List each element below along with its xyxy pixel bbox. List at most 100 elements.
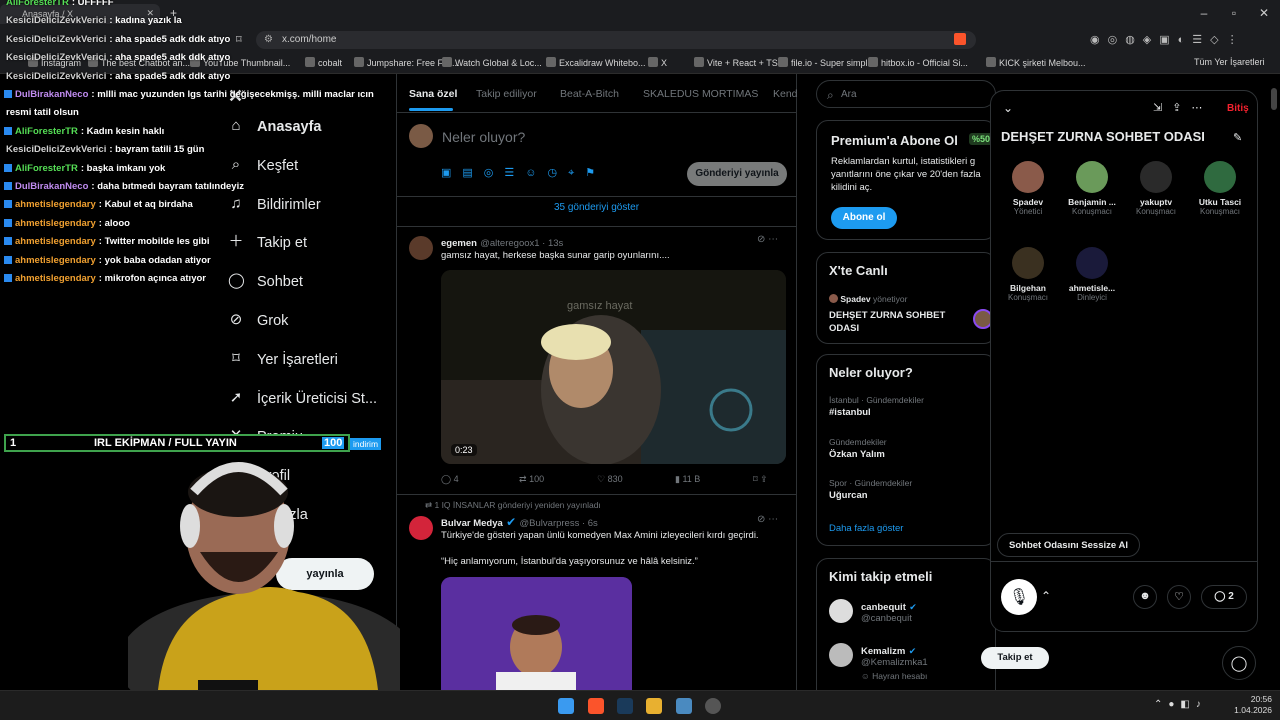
site-info-icon[interactable]: ⚙ bbox=[264, 34, 273, 45]
mute-space-button[interactable]: Sohbet Odasını Sessize Al bbox=[997, 533, 1140, 557]
who-user-2[interactable]: Kemalizm ✔ @Kemalizmka1 ☺ Hayran hesabı bbox=[861, 643, 928, 681]
like-action[interactable]: ♡ 830 bbox=[597, 474, 623, 485]
overlay-left-value: 1 bbox=[10, 437, 17, 449]
participants-button[interactable]: ☻ bbox=[1133, 585, 1157, 609]
extensions-icon[interactable]: ◉◎◍◈▣◐☰◇⋮ bbox=[1090, 33, 1246, 46]
minimize-icon[interactable]: – bbox=[1194, 6, 1214, 20]
microphone-button[interactable]: 🎙 bbox=[1001, 579, 1037, 615]
bookmark-label: Vite + React + TS bbox=[707, 58, 778, 68]
bookmark-favicon-icon bbox=[778, 57, 788, 67]
brave-icon[interactable] bbox=[588, 698, 604, 714]
reaction-button[interactable]: ♡ bbox=[1167, 585, 1191, 609]
post-options-icon[interactable]: ⊘ ⋯ bbox=[757, 234, 778, 245]
compose-media-icons[interactable]: ▣▤◎☰☺◷⌖⚑ bbox=[441, 166, 606, 180]
bookmark-item[interactable]: X bbox=[648, 57, 667, 68]
who-to-follow-card: Kimi takip etmeli canbequit ✔ @canbequit… bbox=[816, 558, 1049, 708]
show-new-posts[interactable]: 35 gönderiyi göster bbox=[397, 202, 796, 213]
chat-text: yok baba odadan atiyor bbox=[104, 254, 211, 266]
chat-badge-icon bbox=[4, 237, 12, 246]
feed-tab[interactable]: Takip ediliyor bbox=[476, 88, 537, 100]
subscribe-button[interactable]: Abone ol bbox=[831, 207, 897, 229]
chat-message: AliForesterTR: Kadın kesin haklı bbox=[4, 126, 164, 137]
bookmark-share-icons[interactable]: ⌑ ⇪ bbox=[753, 474, 768, 485]
post-author-handle[interactable]: @alteregoox1 · 13s bbox=[480, 238, 563, 249]
compose-avatar[interactable] bbox=[409, 124, 433, 148]
url-field[interactable]: ⚙ x.com/home bbox=[256, 31, 976, 49]
chat-username: DulBirakanNeco bbox=[15, 89, 89, 100]
collapse-chevron-icon[interactable]: ⌄ bbox=[1003, 101, 1013, 115]
follow-button[interactable]: Takip et bbox=[981, 647, 1049, 669]
post2-author-name[interactable]: Bulvar Medya bbox=[441, 518, 503, 529]
trends-more[interactable]: Daha fazla göster bbox=[829, 523, 903, 534]
bookmark-item[interactable]: KICK şirketi Melbou... bbox=[986, 57, 1086, 68]
post-author-name[interactable]: egemen bbox=[441, 238, 477, 249]
start-icon[interactable] bbox=[558, 698, 574, 714]
space-participant[interactable]: yakuptv Konuşmacı bbox=[1125, 161, 1187, 216]
post-video[interactable]: gamsız hayat 0:23 bbox=[441, 270, 786, 464]
post2-text1: Türkiye'de gösteri yapan ünlü komedyen M… bbox=[441, 530, 759, 541]
trend-item[interactable]: İstanbul · Gündemdekiler #istanbul bbox=[829, 395, 924, 418]
steam-icon[interactable] bbox=[617, 698, 633, 714]
settings-icon[interactable] bbox=[705, 698, 721, 714]
bookmark-item[interactable]: file.io - Super simpl... bbox=[778, 57, 875, 68]
space-participant[interactable]: ahmetisle... Dinleyici bbox=[1061, 247, 1123, 302]
feed-tab[interactable]: SKALEDUS MORTIMAS bbox=[643, 88, 758, 100]
bookmark-item[interactable]: Vite + React + TS bbox=[694, 57, 778, 68]
participant-role: Yönetici bbox=[1013, 207, 1043, 216]
space-actions-icons[interactable]: ⇲⇪⋯ bbox=[1153, 101, 1212, 114]
brave-shield-icon[interactable] bbox=[954, 33, 966, 45]
post2-options-icon[interactable]: ⊘ ⋯ bbox=[757, 514, 778, 525]
canbequit-avatar[interactable] bbox=[829, 599, 853, 623]
compose-input[interactable]: Neler oluyor? bbox=[442, 129, 525, 145]
trend-item[interactable]: Spor · Gündemdekiler Uğurcan bbox=[829, 478, 912, 501]
space-participant[interactable]: Bilgehan Konuşmacı bbox=[997, 247, 1059, 302]
bookmark-item[interactable]: Excalidraw Whitebo... bbox=[546, 57, 646, 68]
post2-image[interactable] bbox=[441, 577, 632, 690]
window-close-icon[interactable]: ✕ bbox=[1254, 6, 1274, 20]
live-space-name[interactable]: DEHŞET ZURNA SOHBET ODASI bbox=[829, 309, 957, 335]
repost-action[interactable]: ⇄ 100 bbox=[519, 474, 544, 485]
search-box[interactable]: ⌕ Ara bbox=[816, 80, 996, 108]
page-scrollbar[interactable] bbox=[1271, 88, 1277, 110]
edit-icon[interactable]: ✎ bbox=[1233, 131, 1242, 144]
participant-name: Spadev bbox=[1012, 197, 1044, 207]
compose-submit-button[interactable]: Gönderiyi yayınla bbox=[687, 162, 787, 186]
nav-item[interactable]: ⌑ Yer İşaretleri bbox=[222, 345, 392, 377]
reply-action[interactable]: ◯ 4 bbox=[441, 474, 459, 485]
post2-author-handle[interactable]: @Bulvarpress · 6s bbox=[520, 518, 598, 529]
bookmark-label: cobalt bbox=[318, 58, 343, 68]
space-participant[interactable]: Utku Tasci Konuşmacı bbox=[1189, 161, 1251, 216]
who-user-1[interactable]: canbequit ✔ @canbequit bbox=[861, 599, 917, 624]
feed-tab[interactable]: Kend bbox=[773, 88, 798, 100]
bookmark-item[interactable]: cobalt bbox=[305, 57, 342, 68]
live-host[interactable]: Spadev yönetiyor bbox=[829, 294, 908, 304]
trend-item[interactable]: Gündemdekiler Özkan Yalım bbox=[829, 437, 887, 460]
space-participant[interactable]: Benjamin ... Konuşmacı bbox=[1061, 161, 1123, 216]
bookmark-item[interactable]: Watch Global & Loc... bbox=[442, 57, 542, 68]
kemalizm-avatar[interactable] bbox=[829, 643, 853, 667]
feed-tab[interactable]: Beat-A-Bitch bbox=[560, 88, 619, 100]
all-bookmarks[interactable]: Tüm Yer İşaretleri bbox=[1194, 57, 1265, 67]
nav-item[interactable]: ⊘ Grok bbox=[222, 306, 392, 338]
participant-role: Konuşmacı bbox=[1199, 207, 1241, 216]
feed-tab[interactable]: Sana özel bbox=[409, 88, 457, 100]
comments-button[interactable]: ◯ 2 bbox=[1201, 585, 1247, 609]
clock[interactable]: 20:56 1.04.2026 bbox=[1232, 694, 1272, 716]
space-participant[interactable]: Spadev Yönetici bbox=[997, 161, 1059, 216]
post-author-avatar[interactable] bbox=[409, 236, 433, 260]
folder-icon[interactable] bbox=[646, 698, 662, 714]
tray-icons[interactable]: ⌃●◧♪ bbox=[1154, 699, 1207, 710]
maximize-icon[interactable]: ▫ bbox=[1224, 6, 1244, 20]
app-icon[interactable] bbox=[676, 698, 692, 714]
chevron-up-icon[interactable]: ⌃ bbox=[1041, 589, 1051, 603]
views-action[interactable]: ▮ 11 B bbox=[675, 474, 700, 485]
who-user-2-name: Kemalizm bbox=[861, 646, 906, 657]
leave-space-button[interactable]: Bitiş bbox=[1227, 103, 1249, 114]
bookmark-item[interactable]: hitbox.io - Official Si... bbox=[868, 57, 968, 68]
messages-fab[interactable]: ◯ bbox=[1222, 646, 1256, 680]
participant-avatar bbox=[1076, 161, 1108, 193]
chat-username: KesiciDeliciZevkVerici bbox=[6, 52, 107, 64]
bulvar-avatar[interactable] bbox=[409, 516, 433, 540]
nav-item[interactable]: ➚ İçerik Üreticisi St... bbox=[222, 384, 392, 416]
fan-account-icon: ☺ bbox=[861, 671, 870, 681]
